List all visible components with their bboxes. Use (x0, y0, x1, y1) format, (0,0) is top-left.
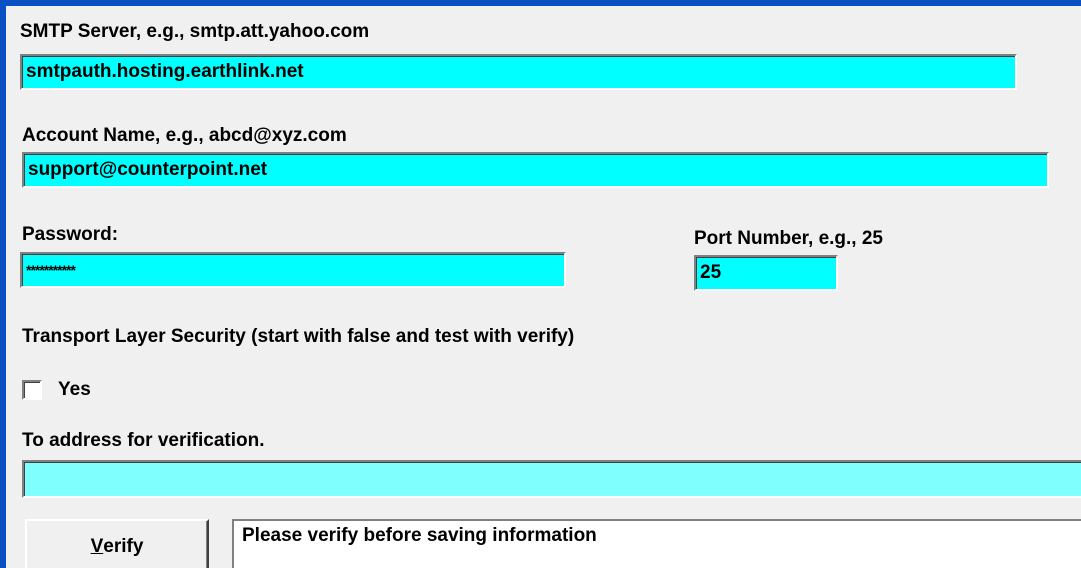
verify-button-label: erify (103, 535, 144, 557)
email-settings-panel: SMTP Server, e.g., smtp.att.yahoo.com Ac… (0, 0, 1081, 568)
verification-address-label: To address for verification. (22, 430, 265, 451)
verify-button-accel: V (90, 535, 104, 557)
status-message: Please verify before saving information (232, 519, 1081, 568)
tls-checkbox-label[interactable]: Yes (58, 379, 91, 401)
verify-button[interactable]: Verify (25, 519, 209, 568)
smtp-server-label: SMTP Server, e.g., smtp.att.yahoo.com (20, 21, 370, 42)
tls-checkbox[interactable] (22, 380, 42, 400)
tls-label: Transport Layer Security (start with fal… (22, 326, 575, 347)
port-number-label: Port Number, e.g., 25 (694, 228, 883, 249)
password-label: Password: (22, 224, 119, 245)
account-name-input[interactable] (22, 152, 1049, 188)
smtp-server-input[interactable] (20, 54, 1017, 90)
port-number-input[interactable] (694, 255, 838, 291)
account-name-label: Account Name, e.g., abcd@xyz.com (22, 125, 347, 146)
password-input[interactable] (20, 252, 566, 288)
verification-address-input[interactable] (22, 460, 1081, 498)
